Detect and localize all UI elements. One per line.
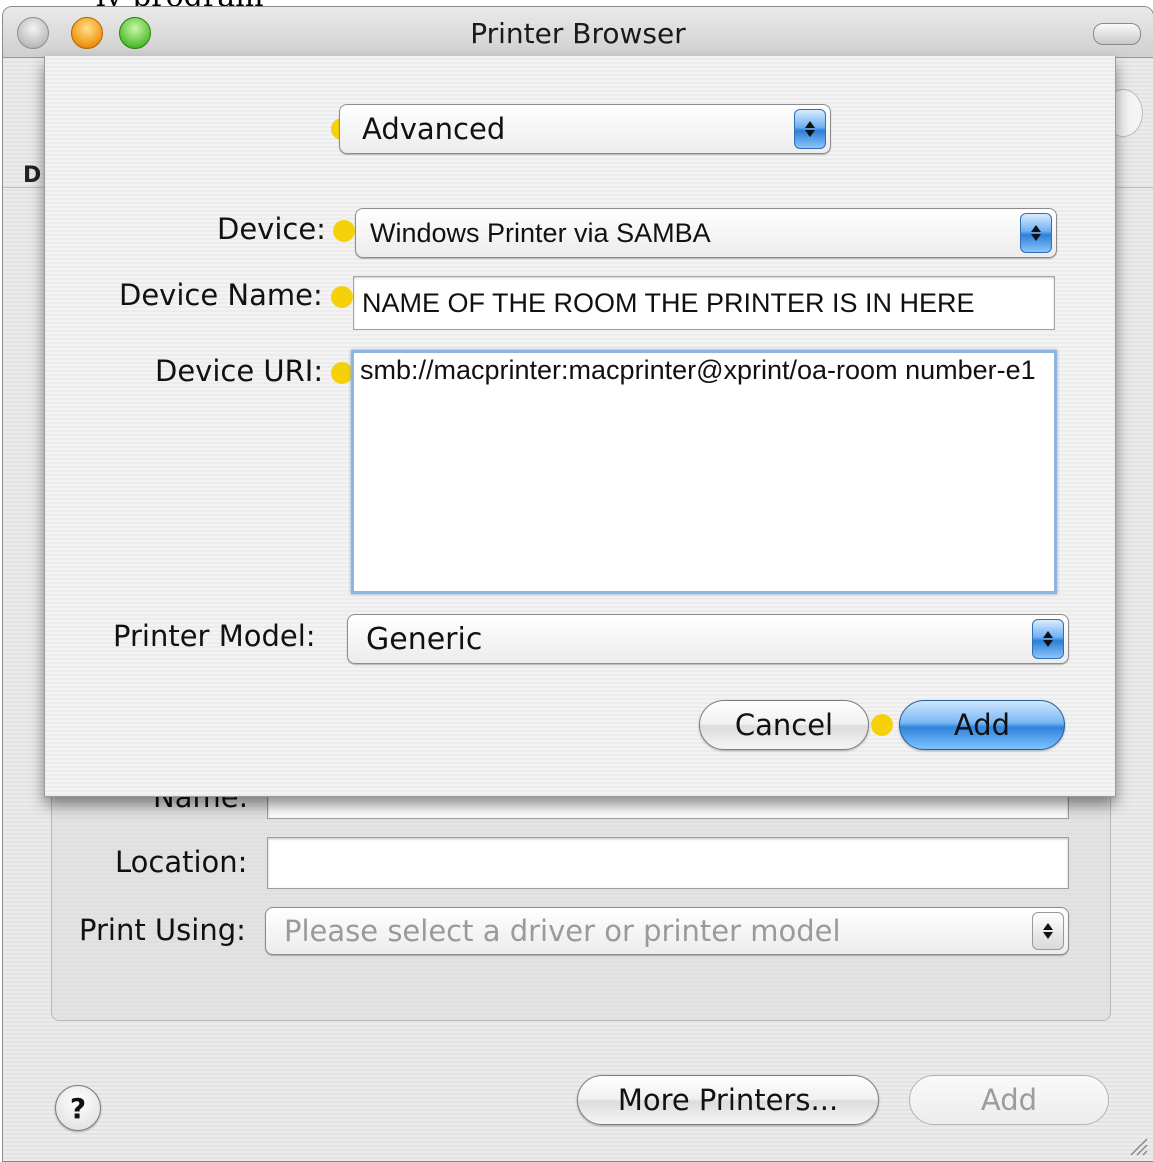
connection-type-popup[interactable]: Advanced <box>339 104 831 154</box>
location-field[interactable] <box>267 837 1069 889</box>
popup-arrows-icon <box>1032 619 1064 659</box>
background-add-button[interactable]: Add <box>909 1075 1109 1125</box>
printer-model-popup[interactable]: Generic <box>347 614 1069 664</box>
device-name-label: Device Name: <box>119 278 323 312</box>
highlight-dot-icon <box>331 286 353 308</box>
connection-type-value: Advanced <box>362 112 506 146</box>
popup-arrows-icon <box>1032 912 1064 950</box>
device-popup[interactable]: Windows Printer via SAMBA <box>355 208 1057 258</box>
resize-grip-icon[interactable] <box>1127 1135 1149 1157</box>
location-label: Location: <box>115 845 248 879</box>
device-value: Windows Printer via SAMBA <box>370 217 711 248</box>
popup-arrows-icon <box>1020 213 1052 253</box>
more-printers-button[interactable]: More Printers... <box>577 1075 879 1125</box>
toolbar-toggle-button[interactable] <box>1093 23 1141 45</box>
add-button[interactable]: Add <box>899 700 1065 750</box>
cancel-button[interactable]: Cancel <box>699 700 869 750</box>
device-name-field[interactable]: NAME OF THE ROOM THE PRINTER IS IN HERE <box>353 276 1055 330</box>
help-button[interactable]: ? <box>55 1085 101 1131</box>
device-uri-value: smb://macprinter:macprinter@xprint/oa-ro… <box>360 355 1036 385</box>
title-bar[interactable]: Printer Browser <box>3 7 1153 58</box>
background-partial-label: D <box>23 163 42 188</box>
print-using-popup[interactable]: Please select a driver or printer model <box>265 907 1069 955</box>
printer-model-value: Generic <box>366 621 483 657</box>
add-printer-sheet: Advanced Device: Windows Printer via SAM… <box>44 56 1116 797</box>
print-using-value: Please select a driver or printer model <box>284 914 841 948</box>
highlight-dot-icon <box>331 362 353 384</box>
print-using-label: Print Using: <box>79 913 246 947</box>
printer-model-label: Printer Model: <box>113 619 316 653</box>
device-uri-field[interactable]: smb://macprinter:macprinter@xprint/oa-ro… <box>351 350 1057 594</box>
highlight-dot-icon <box>871 714 893 736</box>
device-label: Device: <box>217 212 326 246</box>
popup-arrows-icon <box>794 109 826 149</box>
highlight-dot-icon <box>333 220 355 242</box>
window-title: Printer Browser <box>470 17 686 50</box>
device-uri-label: Device URI: <box>155 354 324 388</box>
